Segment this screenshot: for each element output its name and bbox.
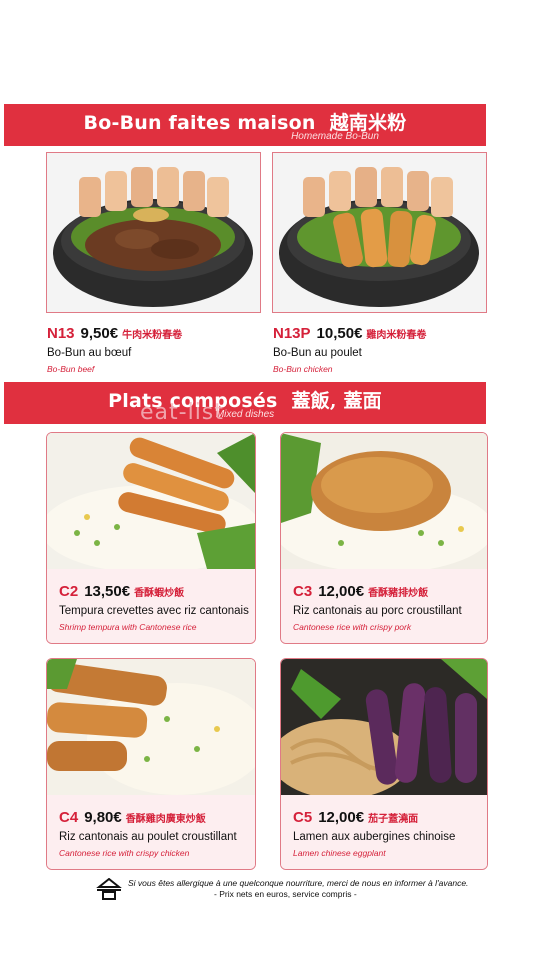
watermark: eat-list xyxy=(140,400,224,425)
item-name-cn: 牛肉米粉春卷 xyxy=(122,330,183,341)
price-note: - Prix nets en euros, service compris - xyxy=(214,889,357,899)
section-subtitle: Homemade Bo-Bun xyxy=(291,131,379,142)
item-name-cn: 香酥雞肉廣東炒飯 xyxy=(125,814,206,825)
menu-card-c5: C5 12,00€ 茄子蓋澆面 Lamen aux aubergines chino… xyxy=(280,658,488,870)
item-name-fr: Bo-Bun au bœuf xyxy=(47,347,132,359)
dish-photo-c2 xyxy=(47,433,255,569)
section-banner-plats: Plats composés 蓋飯, 蓋面 Mixed dishes xyxy=(4,382,486,424)
item-name-en: Cantonese rice with crispy chicken xyxy=(59,848,190,858)
section-subtitle: Mixed dishes xyxy=(215,409,275,420)
card-info: C2 13,50€ 香酥蝦炒飯 Tempura crevettes avec riz… xyxy=(47,569,255,643)
dish-photo-c4 xyxy=(47,659,255,795)
item-name-en: Bo-Bun beef xyxy=(47,364,95,374)
dish-photo-c3 xyxy=(281,433,487,569)
dish-photo-c5 xyxy=(281,659,487,795)
item-name-fr: Riz cantonais au poulet croustillant xyxy=(59,831,237,843)
card-info: C4 9,80€ 香酥雞肉廣東炒飯 Riz cantonais au poulet … xyxy=(47,795,255,869)
allergy-note: Si vous êtes allergique à une quelconque… xyxy=(128,878,469,888)
item-name-cn: 香酥蝦炒飯 xyxy=(134,588,185,599)
dish-photo-n13 xyxy=(46,152,261,313)
item-name-fr: Riz cantonais au porc croustillant xyxy=(293,605,462,617)
item-name-fr: Bo-Bun au poulet xyxy=(273,347,362,359)
item-name-en: Shrimp tempura with Cantonese rice xyxy=(59,622,197,632)
allergen-icon xyxy=(96,877,122,900)
item-name-cn: 雞肉米粉春卷 xyxy=(366,330,427,341)
item-code: N13 xyxy=(47,325,75,342)
item-code: C3 xyxy=(293,583,313,600)
item-code: N13P xyxy=(273,325,311,342)
menu-card-c2: C2 13,50€ 香酥蝦炒飯 Tempura crevettes avec riz… xyxy=(46,432,256,644)
section-banner-bobun: Bo-Bun faites maison 越南米粉 Homemade Bo-Bun xyxy=(4,104,486,146)
item-code: C4 xyxy=(59,809,79,826)
item-name-en: Lamen chinese eggplant xyxy=(293,848,386,858)
item-name-fr: Lamen aux aubergines chinoise xyxy=(293,831,456,843)
item-code: C2 xyxy=(59,583,79,600)
menu-item-n13: N13 9,50€ 牛肉米粉春卷 Bo-Bun au bœuf Bo-Bun bee… xyxy=(47,325,182,374)
card-info: C5 12,00€ 茄子蓋澆面 Lamen aux aubergines chino… xyxy=(281,795,487,869)
item-price: 12,00€ xyxy=(318,809,365,826)
dish-photo-n13p xyxy=(272,152,487,313)
item-price: 13,50€ xyxy=(84,583,131,600)
item-name-en: Bo-Bun chicken xyxy=(273,364,333,374)
item-price: 9,50€ xyxy=(80,325,119,342)
item-price: 9,80€ xyxy=(84,809,122,826)
menu-card-c4: C4 9,80€ 香酥雞肉廣東炒飯 Riz cantonais au poulet … xyxy=(46,658,256,870)
item-name-cn: 茄子蓋澆面 xyxy=(368,814,419,825)
item-price: 10,50€ xyxy=(316,325,363,342)
item-name-fr: Tempura crevettes avec riz cantonais xyxy=(59,605,249,617)
item-name-cn: 香酥豬排炒飯 xyxy=(368,588,429,599)
item-price: 12,00€ xyxy=(318,583,365,600)
card-info: C3 12,00€ 香酥豬排炒飯 Riz cantonais au porc cro… xyxy=(281,569,487,643)
item-code: C5 xyxy=(293,809,313,826)
item-name-en: Cantonese rice with crispy pork xyxy=(293,622,412,632)
menu-item-n13p: N13P 10,50€ 雞肉米粉春卷 Bo-Bun au poulet Bo-Bun… xyxy=(273,325,426,374)
menu-card-c3: C3 12,00€ 香酥豬排炒飯 Riz cantonais au porc cro… xyxy=(280,432,488,644)
